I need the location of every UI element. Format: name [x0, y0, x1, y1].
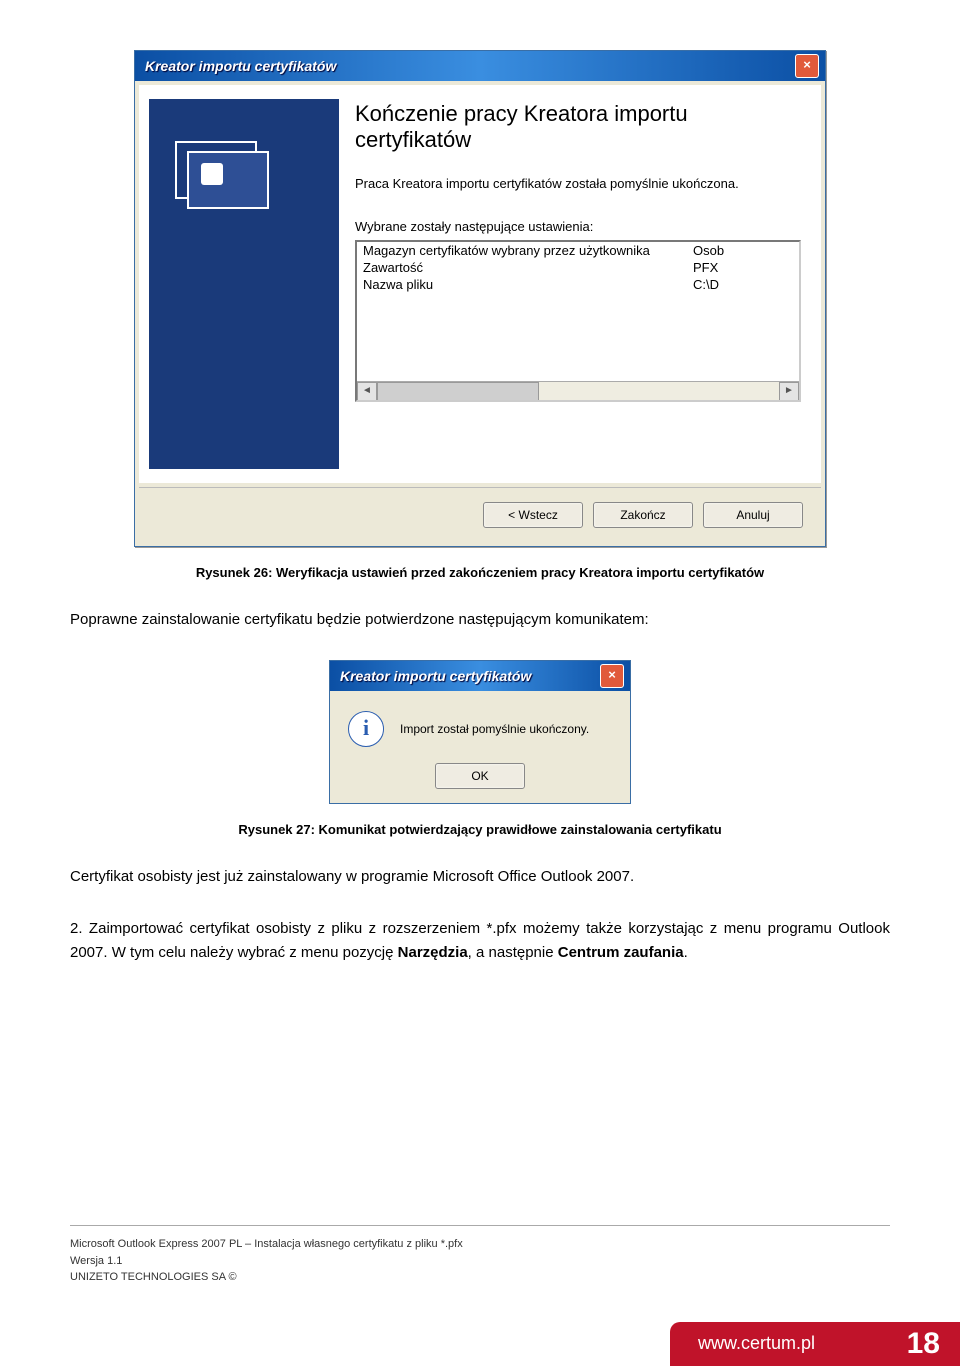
page-number: 18	[907, 1327, 940, 1361]
settings-row: Zawartość PFX	[357, 259, 799, 276]
msgbox-footer: OK	[330, 757, 630, 803]
msgbox-titlebar: Kreator importu certyfikatów ×	[330, 661, 630, 691]
menu-bold: Narzędzia	[398, 944, 468, 961]
message-dialog: Kreator importu certyfikatów × i Import …	[329, 660, 631, 804]
paragraph: Certyfikat osobisty jest już zainstalowa…	[70, 865, 890, 889]
certificate-icon	[175, 141, 275, 211]
bottom-bar: www.certum.pl 18	[0, 1310, 960, 1366]
wizard-footer: < Wstecz Zakończ Anuluj	[139, 487, 821, 542]
figure-caption-27: Rysunek 27: Komunikat potwierdzający pra…	[70, 822, 890, 837]
settings-row-value: C:\D	[693, 277, 793, 292]
finish-button[interactable]: Zakończ	[593, 502, 693, 528]
footer-line: Microsoft Outlook Express 2007 PL – Inst…	[70, 1236, 890, 1253]
settings-row: Magazyn certyfikatów wybrany przez użytk…	[357, 242, 799, 259]
scroll-left-icon[interactable]: ◄	[357, 382, 377, 402]
settings-row-value: Osob	[693, 243, 793, 258]
settings-row-label: Zawartość	[363, 260, 693, 275]
info-icon: i	[348, 711, 384, 747]
paragraph-text: , a następnie	[468, 944, 558, 961]
footer-line: UNIZETO TECHNOLOGIES SA ©	[70, 1269, 890, 1286]
back-button[interactable]: < Wstecz	[483, 502, 583, 528]
msgbox-text: Import został pomyślnie ukończony.	[400, 722, 589, 736]
cancel-button[interactable]: Anuluj	[703, 502, 803, 528]
settings-row: Nazwa pliku C:\D	[357, 276, 799, 293]
scroll-right-icon[interactable]: ►	[779, 382, 799, 402]
footer-line: Wersja 1.1	[70, 1253, 890, 1270]
wizard-title: Kreator importu certyfikatów	[145, 58, 795, 74]
close-icon[interactable]: ×	[600, 664, 624, 688]
settings-row-value: PFX	[693, 260, 793, 275]
wizard-description: Praca Kreatora importu certyfikatów zost…	[355, 175, 801, 193]
page-footer: Microsoft Outlook Express 2007 PL – Inst…	[70, 1225, 890, 1286]
wizard-sidebar-image	[149, 99, 339, 469]
close-icon[interactable]: ×	[795, 54, 819, 78]
wizard-body: Kończenie pracy Kreatora importu certyfi…	[139, 85, 821, 483]
wizard-heading: Kończenie pracy Kreatora importu certyfi…	[355, 101, 801, 153]
horizontal-scrollbar[interactable]: ◄ ►	[357, 381, 799, 400]
settings-row-label: Magazyn certyfikatów wybrany przez użytk…	[363, 243, 693, 258]
scroll-track[interactable]	[377, 382, 779, 400]
wizard-dialog: Kreator importu certyfikatów × Kończenie…	[134, 50, 826, 547]
ok-button[interactable]: OK	[435, 763, 525, 789]
settings-label: Wybrane zostały następujące ustawienia:	[355, 219, 801, 234]
msgbox-body: i Import został pomyślnie ukończony.	[330, 691, 630, 757]
figure-caption-26: Rysunek 26: Weryfikacja ustawień przed z…	[70, 565, 890, 580]
msgbox-title: Kreator importu certyfikatów	[340, 668, 600, 684]
scroll-thumb[interactable]	[377, 382, 539, 402]
paragraph: 2. Zaimportować certyfikat osobisty z pl…	[70, 917, 890, 965]
menu-bold: Centrum zaufania	[558, 944, 684, 961]
settings-listbox: Magazyn certyfikatów wybrany przez użytk…	[355, 240, 801, 402]
certum-link: www.certum.pl	[698, 1333, 907, 1354]
settings-row-label: Nazwa pliku	[363, 277, 693, 292]
paragraph-text: .	[684, 944, 688, 961]
wizard-titlebar: Kreator importu certyfikatów ×	[135, 51, 825, 81]
red-tab: www.certum.pl 18	[670, 1322, 960, 1366]
paragraph: Poprawne zainstalowanie certyfikatu będz…	[70, 608, 890, 632]
